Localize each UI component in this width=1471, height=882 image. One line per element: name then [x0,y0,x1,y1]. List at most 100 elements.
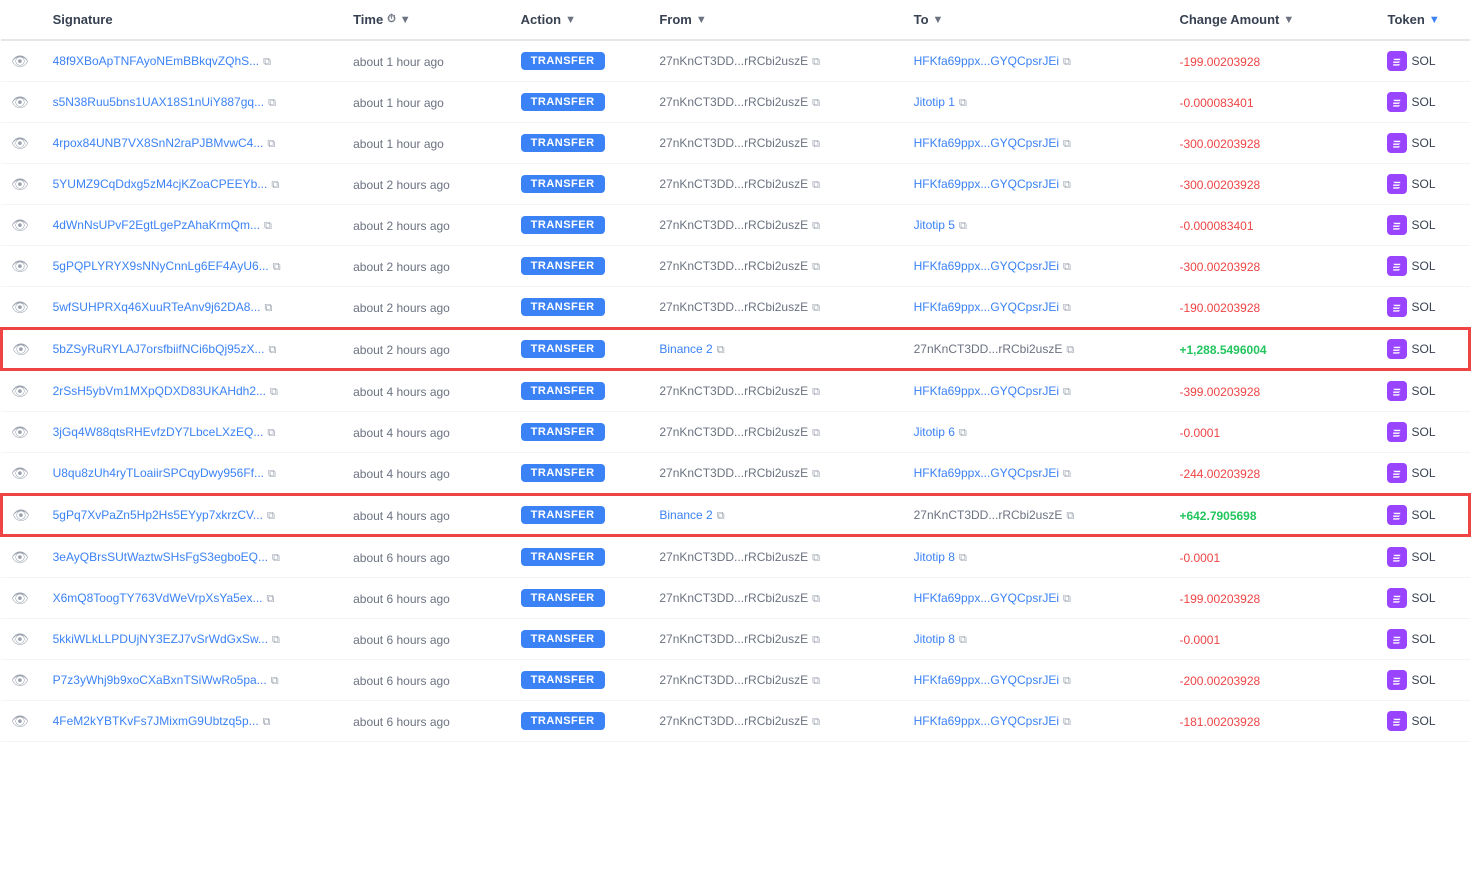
to-link[interactable]: HFKfa69ppx...GYQCpsrJEi [914,673,1059,687]
from-link[interactable]: Binance 2 [659,508,712,522]
col-header-from[interactable]: From ▼ [649,0,903,40]
row-eye-icon[interactable]: 👁 [11,424,29,440]
from-copy-icon[interactable]: ⧉ [812,56,820,68]
row-eye-icon[interactable]: 👁 [11,590,29,606]
signature-copy-icon[interactable]: ⧉ [266,593,274,605]
from-copy-icon[interactable]: ⧉ [812,220,820,232]
transfer-badge[interactable]: TRANSFER [521,134,605,152]
transfer-badge[interactable]: TRANSFER [521,52,605,70]
transfer-badge[interactable]: TRANSFER [521,340,605,358]
signature-link[interactable]: 5YUMZ9CqDdxg5zM4cjKZoaCPEEYb... [53,177,268,191]
row-eye-icon[interactable]: 👁 [11,94,29,110]
to-copy-icon[interactable]: ⧉ [959,634,967,646]
from-filter-icon[interactable]: ▼ [696,14,707,26]
from-copy-icon[interactable]: ⧉ [812,138,820,150]
transfer-badge[interactable]: TRANSFER [521,257,605,275]
to-copy-icon[interactable]: ⧉ [959,97,967,109]
signature-copy-icon[interactable]: ⧉ [268,468,276,480]
to-link[interactable]: HFKfa69ppx...GYQCpsrJEi [914,591,1059,605]
signature-link[interactable]: 5wfSUHPRXq46XuuRTeAnv9j62DA8... [53,300,261,314]
signature-link[interactable]: 48f9XBoApTNFAyoNEmBBkqvZQhS... [53,54,260,68]
signature-link[interactable]: 5gPq7XvPaZn5Hp2Hs5EYyp7xkrzCV... [53,508,263,522]
signature-copy-icon[interactable]: ⧉ [272,634,280,646]
from-copy-icon[interactable]: ⧉ [812,634,820,646]
time-filter-icon[interactable]: ▼ [400,14,411,26]
transfer-badge[interactable]: TRANSFER [521,298,605,316]
signature-copy-icon[interactable]: ⧉ [264,220,272,232]
from-copy-icon[interactable]: ⧉ [812,302,820,314]
to-copy-icon[interactable]: ⧉ [1063,179,1071,191]
signature-link[interactable]: 4FeM2kYBTKvFs7JMixmG9Ubtzq5p... [53,714,259,728]
from-copy-icon[interactable]: ⧉ [812,386,820,398]
transfer-badge[interactable]: TRANSFER [521,630,605,648]
row-eye-icon[interactable]: 👁 [12,341,30,357]
signature-link[interactable]: s5N38Ruu5bns1UAX18S1nUiY887gq... [53,95,264,109]
signature-copy-icon[interactable]: ⧉ [264,302,272,314]
signature-copy-icon[interactable]: ⧉ [272,552,280,564]
to-link[interactable]: Jitotip 1 [914,95,955,109]
to-link[interactable]: HFKfa69ppx...GYQCpsrJEi [914,54,1059,68]
change-amount-filter-icon[interactable]: ▼ [1283,14,1294,26]
transfer-badge[interactable]: TRANSFER [521,382,605,400]
action-filter-icon[interactable]: ▼ [565,14,576,26]
col-header-to[interactable]: To ▼ [904,0,1170,40]
transfer-badge[interactable]: TRANSFER [521,464,605,482]
signature-copy-icon[interactable]: ⧉ [271,675,279,687]
signature-copy-icon[interactable]: ⧉ [263,56,271,68]
row-eye-icon[interactable]: 👁 [12,507,30,523]
row-eye-icon[interactable]: 👁 [11,465,29,481]
to-link[interactable]: HFKfa69ppx...GYQCpsrJEi [914,384,1059,398]
to-copy-icon[interactable]: ⧉ [1063,675,1071,687]
row-eye-icon[interactable]: 👁 [11,672,29,688]
signature-copy-icon[interactable]: ⧉ [267,138,275,150]
transfer-badge[interactable]: TRANSFER [521,175,605,193]
signature-copy-icon[interactable]: ⧉ [268,344,276,356]
to-copy-icon[interactable]: ⧉ [959,427,967,439]
signature-link[interactable]: 5kkiWLkLLPDUjNY3EZJ7vSrWdGxSw... [53,632,268,646]
to-link[interactable]: HFKfa69ppx...GYQCpsrJEi [914,466,1059,480]
from-copy-icon[interactable]: ⧉ [717,510,725,522]
to-copy-icon[interactable]: ⧉ [1063,261,1071,273]
signature-link[interactable]: 2rSsH5ybVm1MXpQDXD83UKAHdh2... [53,384,266,398]
signature-link[interactable]: 4rpox84UNB7VX8SnN2raPJBMvwC4... [53,136,264,150]
row-eye-icon[interactable]: 👁 [11,713,29,729]
signature-link[interactable]: X6mQ8ToogTY763VdWeVrpXsYa5ex... [53,591,263,605]
transfer-badge[interactable]: TRANSFER [521,671,605,689]
to-copy-icon[interactable]: ⧉ [1063,468,1071,480]
from-link[interactable]: Binance 2 [659,342,712,356]
to-filter-icon[interactable]: ▼ [933,14,944,26]
to-link[interactable]: HFKfa69ppx...GYQCpsrJEi [914,259,1059,273]
transfer-badge[interactable]: TRANSFER [521,712,605,730]
to-link[interactable]: HFKfa69ppx...GYQCpsrJEi [914,136,1059,150]
from-copy-icon[interactable]: ⧉ [812,552,820,564]
row-eye-icon[interactable]: 👁 [11,631,29,647]
signature-link[interactable]: 3jGq4W88qtsRHEvfzDY7LbceLXzEQ... [53,425,264,439]
transfer-badge[interactable]: TRANSFER [521,216,605,234]
signature-link[interactable]: 5bZSyRuRYLAJ7orsfbiifNCi6bQj95zX... [53,342,265,356]
signature-copy-icon[interactable]: ⧉ [268,97,276,109]
signature-copy-icon[interactable]: ⧉ [271,179,279,191]
signature-link[interactable]: 5gPQPLYRYX9sNNyCnnLg6EF4AyU6... [53,259,269,273]
signature-link[interactable]: 4dWnNsUPvF2EgtLgePzAhaKrmQm... [53,218,260,232]
transfer-badge[interactable]: TRANSFER [521,423,605,441]
signature-link[interactable]: U8qu8zUh4ryTLoaiirSPCqyDwy956Ff... [53,466,264,480]
col-header-time[interactable]: Time ⏱ ▼ [343,0,511,40]
from-copy-icon[interactable]: ⧉ [812,716,820,728]
signature-copy-icon[interactable]: ⧉ [267,510,275,522]
row-eye-icon[interactable]: 👁 [11,258,29,274]
signature-copy-icon[interactable]: ⧉ [273,261,281,273]
to-copy-icon[interactable]: ⧉ [959,220,967,232]
transfer-badge[interactable]: TRANSFER [521,589,605,607]
to-link[interactable]: Jitotip 8 [914,632,955,646]
from-copy-icon[interactable]: ⧉ [812,261,820,273]
row-eye-icon[interactable]: 👁 [11,299,29,315]
signature-copy-icon[interactable]: ⧉ [267,427,275,439]
col-header-token[interactable]: Token ▼ [1377,0,1470,40]
to-link[interactable]: Jitotip 5 [914,218,955,232]
transfer-badge[interactable]: TRANSFER [521,548,605,566]
row-eye-icon[interactable]: 👁 [11,549,29,565]
to-copy-icon[interactable]: ⧉ [1063,56,1071,68]
from-copy-icon[interactable]: ⧉ [812,97,820,109]
from-copy-icon[interactable]: ⧉ [812,427,820,439]
to-copy-icon[interactable]: ⧉ [959,552,967,564]
